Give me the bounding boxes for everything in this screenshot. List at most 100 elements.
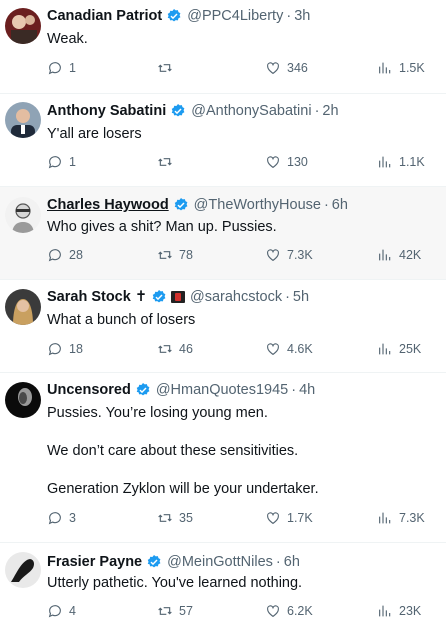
author-name[interactable]: Frasier Payne <box>47 554 142 570</box>
retweet-button[interactable] <box>157 60 179 76</box>
tweet-text-line: Weak. <box>47 31 88 47</box>
retweet-button[interactable]: 78 <box>157 247 193 263</box>
retweet-icon <box>157 60 173 76</box>
reply-button[interactable]: 1 <box>47 60 76 76</box>
views-button[interactable]: 7.3K <box>377 510 425 526</box>
action-bar: 18 46 4.6K 25K <box>47 341 427 361</box>
like-button[interactable]: 4.6K <box>265 341 313 357</box>
views-icon <box>377 341 393 357</box>
views-button[interactable]: 1.5K <box>377 60 425 76</box>
reply-count: 4 <box>69 604 76 618</box>
views-button[interactable]: 42K <box>377 247 421 263</box>
author-handle[interactable]: @PPC4Liberty <box>187 8 283 24</box>
author-handle[interactable]: @AnthonySabatini <box>191 103 311 119</box>
avatar[interactable] <box>5 8 41 44</box>
tweet-header: Canadian Patriot @PPC4Liberty · 3h <box>47 6 310 26</box>
view-count: 7.3K <box>399 511 425 525</box>
reply-button[interactable]: 18 <box>47 341 83 357</box>
tweet[interactable]: Frasier Payne @MeinGottNiles · 6h Utterl… <box>0 543 446 627</box>
like-button[interactable]: 7.3K <box>265 247 313 263</box>
tweet-text: Weak. <box>47 30 437 49</box>
timestamp[interactable]: 2h <box>322 103 338 119</box>
tweet[interactable]: Charles Haywood @TheWorthyHouse · 6h Who… <box>0 187 446 280</box>
retweet-button[interactable]: 46 <box>157 341 193 357</box>
avatar[interactable] <box>5 197 41 233</box>
separator: · <box>275 554 281 570</box>
view-count: 1.5K <box>399 61 425 75</box>
retweet-button[interactable]: 57 <box>157 603 193 619</box>
author-name[interactable]: Anthony Sabatini <box>47 103 166 119</box>
avatar[interactable] <box>5 382 41 418</box>
avatar[interactable] <box>5 289 41 325</box>
separator: · <box>323 197 329 213</box>
tweet[interactable]: Canadian Patriot @PPC4Liberty · 3h Weak.… <box>0 0 446 94</box>
tweet-text-line: We don’t care about these sensitivities. <box>47 443 299 459</box>
action-bar: 28 78 7.3K 42K <box>47 247 427 267</box>
reply-button[interactable]: 4 <box>47 603 76 619</box>
author-name[interactable]: Uncensored <box>47 382 131 398</box>
author-name[interactable]: Sarah Stock <box>47 289 131 305</box>
retweet-count: 46 <box>179 342 193 356</box>
reply-icon <box>47 341 63 357</box>
separator: · <box>314 103 320 119</box>
reply-icon <box>47 247 63 263</box>
author-name[interactable]: Canadian Patriot <box>47 8 162 24</box>
views-button[interactable]: 1.1K <box>377 154 425 170</box>
separator: · <box>286 8 292 24</box>
like-icon <box>265 341 281 357</box>
like-icon <box>265 247 281 263</box>
view-count: 23K <box>399 604 422 618</box>
like-button[interactable]: 6.2K <box>265 603 313 619</box>
views-button[interactable]: 23K <box>377 603 421 619</box>
author-name[interactable]: Charles Haywood <box>47 197 169 213</box>
views-icon <box>377 247 393 263</box>
tweet-text-line: Pussies. You’re losing young men. <box>47 405 268 421</box>
reply-button[interactable]: 3 <box>47 510 76 526</box>
verified-badge-icon <box>135 382 151 398</box>
timestamp[interactable]: 6h <box>284 554 300 570</box>
like-button[interactable]: 130 <box>265 154 308 170</box>
retweet-count: 57 <box>179 604 193 618</box>
timestamp[interactable]: 5h <box>293 289 309 305</box>
timestamp[interactable]: 4h <box>299 382 315 398</box>
reply-icon <box>47 60 63 76</box>
tweet[interactable]: Uncensored @HmanQuotes1945 · 4h Pussies.… <box>0 373 446 543</box>
reply-button[interactable]: 1 <box>47 154 76 170</box>
author-handle[interactable]: @TheWorthyHouse <box>194 197 321 213</box>
tweet[interactable]: Sarah Stock ✝ @sarahcstock · 5h What a b… <box>0 280 446 373</box>
reply-count: 28 <box>69 248 83 262</box>
retweet-icon <box>157 154 173 170</box>
author-handle[interactable]: @MeinGottNiles <box>167 554 273 570</box>
reply-count: 1 <box>69 155 76 169</box>
retweet-button[interactable] <box>157 154 179 170</box>
like-button[interactable]: 1.7K <box>265 510 313 526</box>
cross-emoji: ✝ <box>134 289 147 305</box>
timestamp[interactable]: 3h <box>294 8 310 24</box>
views-icon <box>377 603 393 619</box>
reply-icon <box>47 603 63 619</box>
like-count: 4.6K <box>287 342 313 356</box>
tweet-text: Who gives a shit? Man up. Pussies. <box>47 218 437 237</box>
reply-button[interactable]: 28 <box>47 247 83 263</box>
verified-badge-icon <box>173 197 189 213</box>
retweet-button[interactable]: 35 <box>157 510 193 526</box>
action-bar: 4 57 6.2K 23K <box>47 603 427 623</box>
author-handle[interactable]: @sarahcstock <box>190 289 282 305</box>
avatar[interactable] <box>5 102 41 138</box>
like-count: 130 <box>287 155 308 169</box>
like-icon <box>265 603 281 619</box>
retweet-icon <box>157 510 173 526</box>
views-button[interactable]: 25K <box>377 341 421 357</box>
author-handle[interactable]: @HmanQuotes1945 <box>156 382 288 398</box>
tweet[interactable]: Anthony Sabatini @AnthonySabatini · 2h Y… <box>0 94 446 187</box>
like-button[interactable]: 346 <box>265 60 308 76</box>
like-icon <box>265 510 281 526</box>
avatar[interactable] <box>5 552 41 588</box>
tweet-text: Pussies. You’re losing young men. We don… <box>47 404 437 499</box>
tweet-text: Y'all are losers <box>47 125 437 144</box>
separator: · <box>291 382 297 398</box>
verified-badge-icon <box>170 103 186 119</box>
tweet-text: Utterly pathetic. You've learned nothing… <box>47 574 437 593</box>
retweet-icon <box>157 247 173 263</box>
timestamp[interactable]: 6h <box>332 197 348 213</box>
